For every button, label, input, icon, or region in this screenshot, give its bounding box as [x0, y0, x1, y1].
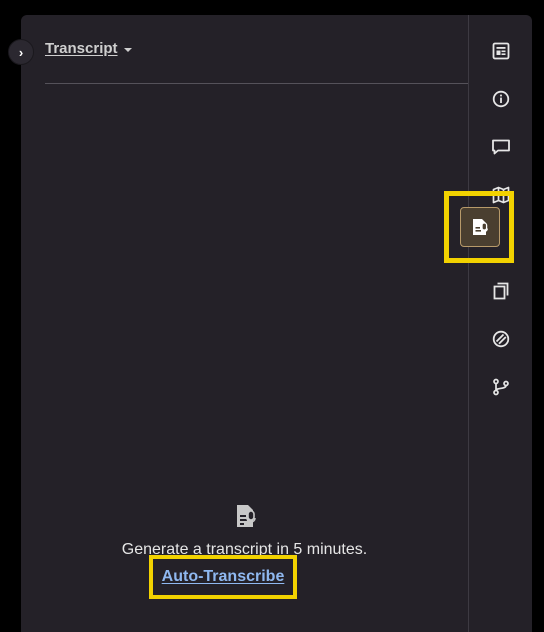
chevron-down-icon [123, 47, 132, 52]
notes-icon [492, 282, 510, 300]
comments-icon [491, 138, 511, 156]
icon-rail [469, 15, 532, 632]
rail-notes-button[interactable] [488, 278, 514, 304]
panel-header: Transcript [45, 15, 468, 84]
rail-comments-button[interactable] [488, 134, 514, 160]
panel-title: Transcript [45, 40, 118, 57]
block-icon [492, 330, 510, 348]
map-icon [492, 186, 510, 204]
rail-info-button[interactable] [488, 86, 514, 112]
transcript-dropdown[interactable]: Transcript [45, 40, 132, 57]
rail-transcript-button[interactable] [460, 207, 500, 247]
transcript-pane: Transcript Generate a transcript in 5 mi… [21, 15, 468, 632]
chevron-right-icon: › [18, 44, 24, 60]
rail-branch-button[interactable] [488, 374, 514, 400]
info-icon [492, 90, 510, 108]
transcript-icon [470, 217, 490, 237]
auto-transcribe-link[interactable]: Auto-Transcribe [162, 568, 285, 586]
rail-article-button[interactable] [488, 38, 514, 64]
article-icon [492, 42, 510, 60]
rail-block-button[interactable] [488, 326, 514, 352]
empty-state: Generate a transcript in 5 minutes. [21, 503, 468, 559]
expand-panel-button[interactable]: › [8, 39, 34, 65]
transcript-icon [232, 503, 258, 529]
rail-map-button[interactable] [488, 182, 514, 208]
auto-transcribe-highlight: Auto-Transcribe [149, 555, 297, 599]
side-panel: Transcript Generate a transcript in 5 mi… [21, 15, 532, 632]
branch-icon [492, 378, 510, 396]
